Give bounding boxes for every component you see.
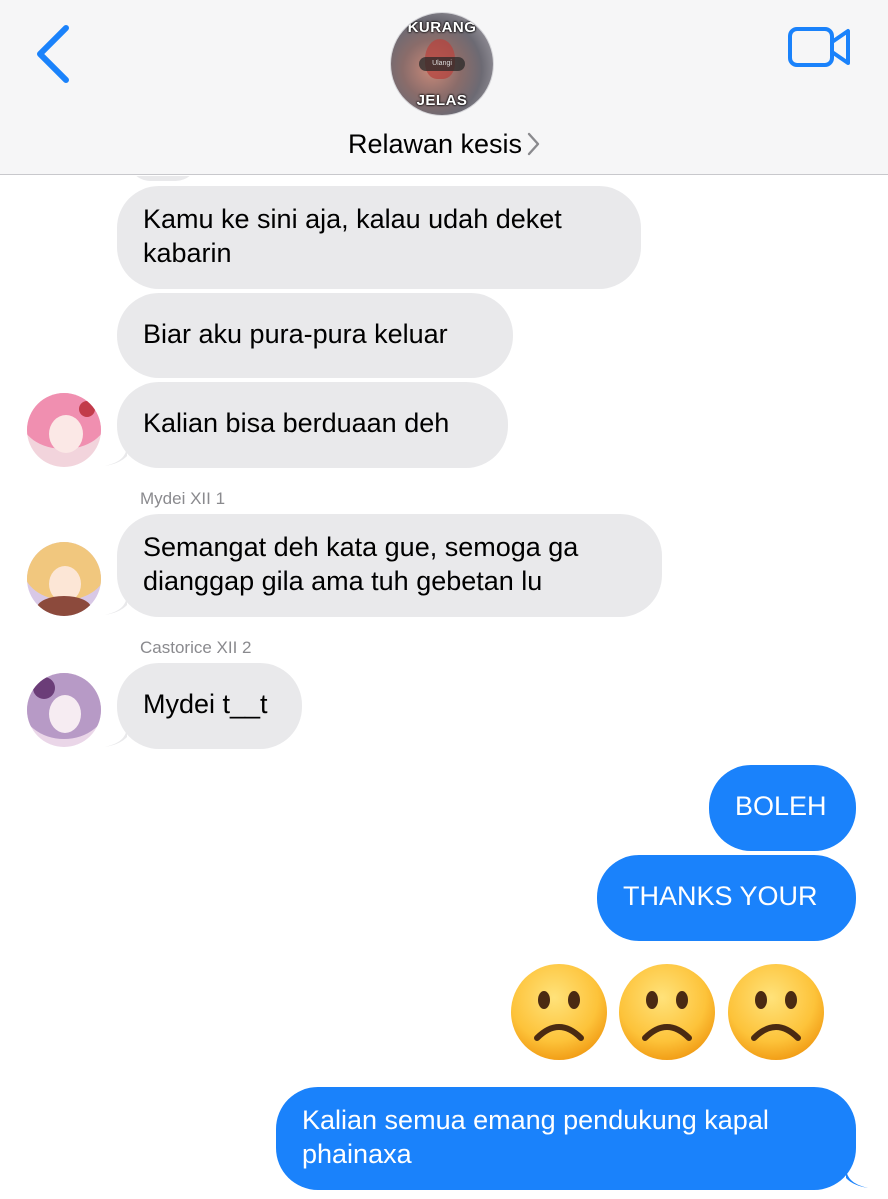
sender-avatar[interactable] (27, 542, 101, 616)
video-call-button[interactable] (786, 24, 852, 70)
message-bubble[interactable]: Kamu ke sini aja, kalau udah deket kabar… (117, 186, 641, 289)
avatar-accent (37, 596, 91, 616)
message-bubble[interactable]: Biar aku pura-pura keluar (117, 293, 513, 378)
chevron-left-icon (37, 25, 69, 83)
bubble-tail-outgoing (846, 1166, 868, 1188)
group-name: Relawan kesis (347, 129, 523, 159)
bubble-tail (105, 593, 127, 615)
message-text-line: Semangat deh kata gue, semoga ga (143, 532, 579, 562)
avatar-face (49, 415, 83, 453)
avatar-accent (79, 401, 95, 417)
message-bubble-partial (128, 176, 198, 181)
message-bubble-outgoing[interactable]: Kalian semua emang pendukung kapal phain… (276, 1087, 856, 1190)
frowning-face-emoji[interactable] (726, 962, 826, 1062)
message-text-line: Kalian semua emang pendukung kapal (302, 1105, 769, 1135)
sender-avatar[interactable] (27, 673, 101, 747)
avatar-caption-bottom: JELAS (416, 92, 468, 109)
frowning-face-emoji[interactable] (509, 962, 609, 1062)
video-camera-icon (788, 27, 850, 67)
bubble-tail (105, 725, 127, 747)
message-list[interactable]: Kamu ke sini aja, kalau udah deket kabar… (0, 176, 888, 1199)
message-text-line: Kamu ke sini aja, kalau udah deket (143, 204, 562, 234)
message-text-line: phainaxa (302, 1139, 412, 1169)
back-button[interactable] (30, 22, 80, 86)
avatar-face (49, 695, 81, 733)
chevron-right-icon (527, 132, 540, 156)
avatar-caption-top: KURANG (407, 19, 477, 36)
message-text-line: Mydei t__t (143, 689, 268, 719)
message-text-line: Biar aku pura-pura keluar (143, 319, 448, 349)
group-name-button[interactable]: Relawan kesis (0, 129, 888, 160)
message-bubble[interactable]: Mydei t__t (117, 663, 302, 749)
message-bubble-outgoing[interactable]: THANKS YOUR (597, 855, 856, 941)
group-avatar[interactable]: KURANG Ulangi JELAS (391, 13, 493, 115)
message-bubble-outgoing[interactable]: BOLEH (709, 765, 856, 851)
message-text-line: dianggap gila ama tuh gebetan lu (143, 566, 543, 596)
conversation-header: KURANG Ulangi JELAS Relawan kesis (0, 0, 888, 175)
avatar-replay-pill: Ulangi (419, 57, 465, 71)
frowning-face-emoji[interactable] (617, 962, 717, 1062)
message-text-line: Kalian bisa berduaan deh (143, 408, 450, 438)
sender-name: Mydei XII 1 (140, 489, 226, 508)
sender-name: Castorice XII 2 (140, 638, 252, 657)
bubble-tail (105, 444, 127, 466)
avatar-accent (33, 677, 55, 699)
sender-avatar[interactable] (27, 393, 101, 467)
message-text-line: THANKS YOUR (623, 881, 818, 911)
message-bubble[interactable]: Semangat deh kata gue, semoga ga diangga… (117, 514, 662, 617)
message-text-line: BOLEH (735, 791, 827, 821)
message-text-line: kabarin (143, 238, 232, 268)
message-bubble[interactable]: Kalian bisa berduaan deh (117, 382, 508, 468)
